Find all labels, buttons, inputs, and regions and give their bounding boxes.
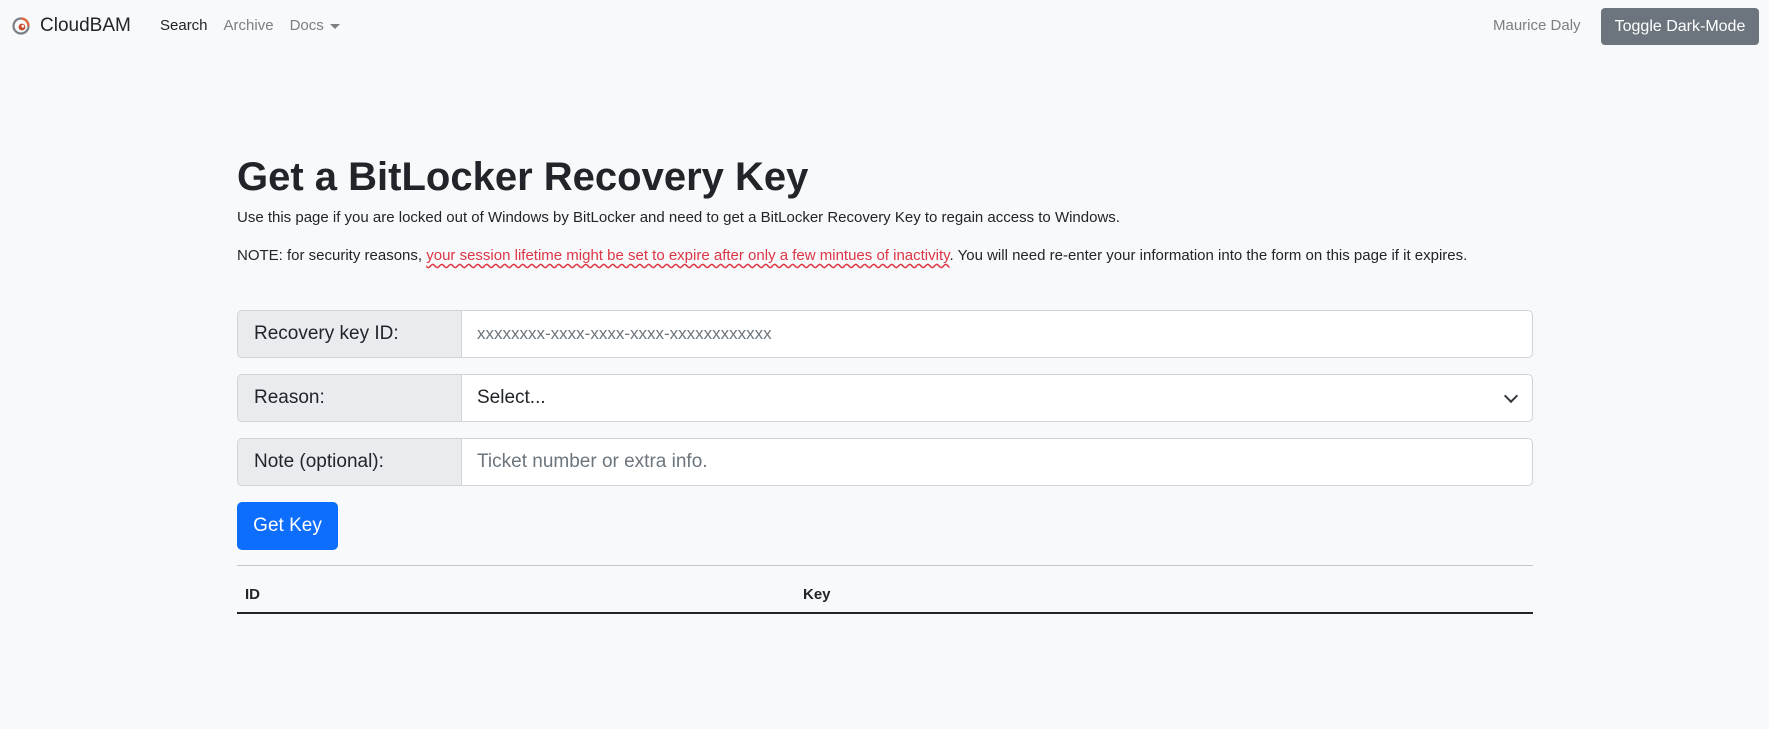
- results-table: ID Key: [237, 578, 1533, 614]
- nav-link-search[interactable]: Search: [160, 14, 208, 38]
- note-input[interactable]: Ticket number or extra info.: [461, 438, 1533, 486]
- reason-group: Reason: Select...: [237, 374, 1533, 422]
- note-group: Note (optional): Ticket number or extra …: [237, 438, 1533, 486]
- caret-down-icon: [329, 23, 340, 29]
- session-note-suffix: . You will need re-enter your informatio…: [949, 247, 1468, 264]
- nav-link-docs-label: Docs: [289, 17, 324, 34]
- chevron-down-icon: [1503, 388, 1519, 404]
- nav-link-docs[interactable]: Docs: [290, 14, 340, 38]
- column-header-id: ID: [237, 578, 795, 614]
- table-header-row: ID Key: [237, 578, 1533, 614]
- cloudbam-logo-icon: [12, 17, 30, 35]
- session-note-warning: your session lifetime might be set to ex…: [426, 247, 950, 264]
- nav-link-archive[interactable]: Archive: [224, 14, 274, 38]
- column-header-key: Key: [795, 578, 1533, 614]
- recovery-key-id-input[interactable]: xxxxxxxx-xxxx-xxxx-xxxx-xxxxxxxxxxxx: [461, 310, 1533, 358]
- page-title: Get a BitLocker Recovery Key: [237, 155, 809, 199]
- recovery-key-id-group: Recovery key ID: xxxxxxxx-xxxx-xxxx-xxxx…: [237, 310, 1533, 358]
- session-note: NOTE: for security reasons, your session…: [237, 244, 1533, 268]
- reason-selected-value: Select...: [477, 387, 546, 408]
- recovery-key-id-placeholder: xxxxxxxx-xxxx-xxxx-xxxx-xxxxxxxxxxxx: [477, 324, 772, 343]
- brand-link[interactable]: CloudBAM: [12, 14, 131, 38]
- top-navbar: CloudBAM Search Archive Docs Maurice Dal…: [0, 0, 1769, 52]
- main-nav: Search Archive Docs: [160, 14, 356, 38]
- section-divider: [237, 565, 1533, 566]
- note-placeholder: Ticket number or extra info.: [477, 451, 708, 472]
- reason-label: Reason:: [237, 374, 461, 422]
- session-note-prefix: NOTE: for security reasons,: [237, 247, 427, 264]
- get-key-button[interactable]: Get Key: [237, 502, 338, 550]
- recovery-key-id-label: Recovery key ID:: [237, 310, 461, 358]
- user-name-link[interactable]: Maurice Daly: [1493, 14, 1581, 38]
- note-label: Note (optional):: [237, 438, 461, 486]
- brand-name: CloudBAM: [40, 15, 131, 36]
- main-content: Get a BitLocker Recovery Key Use this pa…: [237, 148, 1533, 614]
- reason-select[interactable]: Select...: [461, 374, 1533, 422]
- toggle-dark-mode-button[interactable]: Toggle Dark-Mode: [1601, 8, 1759, 45]
- intro-text: Use this page if you are locked out of W…: [237, 209, 1120, 226]
